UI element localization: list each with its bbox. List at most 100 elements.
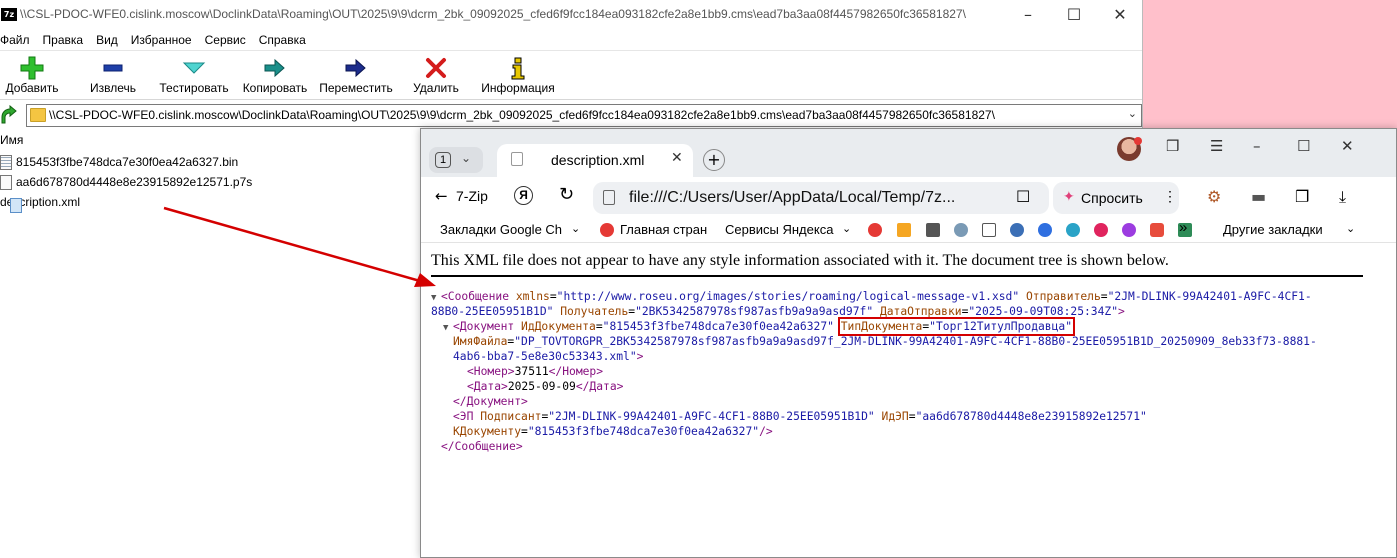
file-name: 815453f3fbe748dca7e30f0ea42a6327.bin (16, 155, 239, 169)
file-icon (511, 152, 523, 166)
xml-line: </Документ> (431, 394, 1317, 409)
minimize-icon[interactable]: – (1253, 137, 1261, 155)
xml-line: КДокументу="815453f3fbe748dca7e30f0ea42a… (453, 425, 773, 438)
bookmark-yandex-services[interactable]: Сервисы Яндекса (725, 222, 833, 237)
bookmark-site-icon[interactable] (1038, 223, 1052, 237)
heart-icon[interactable] (1094, 223, 1108, 237)
chevron-down-icon[interactable]: ⌄ (842, 222, 851, 235)
xml-value: "815453f3fbe748dca7e30f0ea42a6327" (602, 320, 834, 333)
delete-x-icon (426, 58, 446, 78)
move-button-label: Переместить (319, 81, 393, 95)
yandex-icon[interactable]: Я (514, 186, 533, 205)
tab-description-xml[interactable]: description.xml ✕ (497, 144, 693, 177)
mail-icon[interactable] (897, 223, 911, 237)
add-button-label: Добавить (5, 81, 59, 95)
bookmark-icon[interactable]: ☐ (1016, 187, 1030, 206)
menu-tools[interactable]: Сервис (205, 31, 252, 49)
back-arrow-icon[interactable]: ← (435, 187, 448, 205)
7zip-app-icon: 7z (1, 8, 17, 21)
document-icon[interactable] (982, 223, 996, 237)
bookmark-google[interactable]: Закладки Google Ch (440, 222, 562, 237)
bookmark-site-icon[interactable] (1122, 223, 1136, 237)
bookmark-site-icon[interactable] (1066, 223, 1080, 237)
url-input[interactable]: file:///C:/Users/User/AppData/Local/Temp… (593, 182, 1049, 214)
chevron-down-icon[interactable]: ⌄ (1346, 222, 1355, 235)
new-tab-button[interactable]: + (703, 149, 725, 171)
bookmark-panel-icon[interactable]: ❒ (1166, 137, 1179, 155)
bookmark-site-icon[interactable] (1150, 223, 1164, 237)
chevron-down-icon[interactable]: ⌄ (571, 222, 580, 235)
bookmark-site-icon[interactable] (1010, 223, 1024, 237)
browser-tabbar: 1 ⌄ description.xml ✕ + ❒ ☰ – ☐ ✕ (421, 129, 1396, 177)
copy-button[interactable]: Копировать (240, 55, 310, 99)
bookmark-other[interactable]: Другие закладки (1223, 222, 1323, 237)
reload-icon[interactable]: ↻ (559, 184, 574, 205)
download-icon[interactable]: ⤓ (1339, 187, 1346, 207)
collapse-triangle-icon[interactable]: ▼ (443, 321, 453, 336)
file-row[interactable]: 815453f3fbe748dca7e30f0ea42a6327.bin (0, 152, 252, 172)
menu-icon[interactable]: ☰ (1210, 137, 1223, 155)
ask-button[interactable]: ✦ Спросить ⋮ (1053, 182, 1179, 214)
address-input[interactable]: \\CSL-PDOC-WFE0.cislink.moscow\DoclinkDa… (26, 104, 1142, 127)
extension-icon[interactable]: ▬ (1251, 187, 1266, 206)
test-button-label: Тестировать (159, 81, 229, 95)
up-folder-icon[interactable] (0, 105, 18, 125)
bookmark-main-page[interactable]: Главная стран (620, 222, 707, 237)
file-name: aa6d678780d4448e8e23915892e12571.p7s (16, 175, 253, 189)
add-button[interactable]: Добавить (4, 55, 60, 99)
menu-favorites[interactable]: Избранное (131, 31, 198, 49)
xml-value: "DP_TOVTORGPR_2BK5342587978sf987asfb9a9a… (514, 335, 1317, 348)
menu-file[interactable]: Файл (0, 31, 36, 49)
xml-value: "2BK5342587978sf987asfb9a9a9asd97f" (635, 305, 874, 318)
copy-arrow-icon (264, 58, 285, 78)
xml-line: ИмяФайла="DP_TOVTORGPR_2BK5342587978sf98… (453, 335, 1317, 348)
extension-icon[interactable]: ⚙ (1207, 187, 1221, 206)
check-chevron-icon (182, 62, 206, 74)
xml-tag: </Номер> (548, 365, 604, 378)
yandex-icon[interactable] (868, 223, 882, 237)
extract-button[interactable]: Извлечь (86, 55, 140, 99)
delete-button[interactable]: Удалить (412, 55, 460, 99)
xml-tag: <Документ (453, 320, 515, 333)
xml-line: <Номер>37511</Номер> (431, 364, 1317, 379)
address-text: \\CSL-PDOC-WFE0.cislink.moscow\DoclinkDa… (49, 108, 995, 122)
info-button[interactable]: Информация (478, 55, 558, 99)
tab-counter-button[interactable]: 1 ⌄ (429, 147, 483, 173)
menu-help[interactable]: Справка (259, 31, 312, 49)
xml-line: <ЭП Подписант="2JM-DLINK-99A42401-A9FC-4… (453, 410, 1147, 423)
chevron-down-icon[interactable]: ⌄ (1128, 107, 1137, 120)
xml-line: ▼ <Документ ИдДокумента="815453f3fbe748dc… (431, 317, 1317, 336)
close-icon[interactable]: ✕ (1097, 0, 1143, 30)
xml-tag: <Номер> (467, 365, 515, 378)
browser-window: 1 ⌄ description.xml ✕ + ❒ ☰ – ☐ ✕ ← 7-Zi… (420, 128, 1397, 558)
browser-navbar: ← 7-Zip Я ↻ file:///C:/Users/User/AppDat… (421, 177, 1396, 217)
xml-line: <Дата>2025-09-09</Дата> (431, 379, 1317, 394)
menu-edit[interactable]: Правка (43, 31, 90, 49)
close-icon[interactable]: ✕ (1341, 137, 1354, 155)
xml-line: 4ab6-bba7-5e8e30c53343.xml"> (431, 349, 1317, 364)
file-row[interactable]: description.xml (0, 192, 252, 213)
more-bookmarks-icon[interactable]: » (1179, 219, 1187, 236)
chevron-down-icon: ⌄ (461, 151, 472, 165)
file-row[interactable]: aa6d678780d4448e8e23915892e12571.p7s (0, 172, 252, 192)
test-button[interactable]: Тестировать (158, 55, 230, 99)
minimize-icon[interactable]: – (1005, 0, 1051, 30)
menu-view[interactable]: Вид (96, 31, 124, 49)
collections-icon[interactable]: ❐ (1295, 187, 1309, 206)
bookmark-site-icon[interactable] (954, 223, 968, 237)
copy-button-label: Копировать (242, 81, 308, 95)
more-vertical-icon[interactable]: ⋮ (1163, 188, 1177, 205)
maximize-icon[interactable]: ☐ (1297, 137, 1310, 155)
file-icon (603, 190, 615, 205)
bookmark-site-icon[interactable] (926, 223, 940, 237)
file-icon (0, 174, 12, 190)
move-button[interactable]: Переместить (318, 55, 394, 99)
column-header-name[interactable]: Имя (0, 133, 23, 147)
close-tab-icon[interactable]: ✕ (671, 150, 683, 166)
bookmarks-bar: Закладки Google Ch ⌄ Главная стран Серви… (421, 217, 1396, 243)
xml-attr: ДатаОтправки (879, 305, 962, 318)
xml-tag: </Дата> (575, 380, 624, 393)
maximize-icon[interactable]: ☐ (1051, 0, 1097, 30)
back-label[interactable]: 7-Zip (456, 188, 488, 204)
url-text: file:///C:/Users/User/AppData/Local/Temp… (629, 189, 956, 206)
